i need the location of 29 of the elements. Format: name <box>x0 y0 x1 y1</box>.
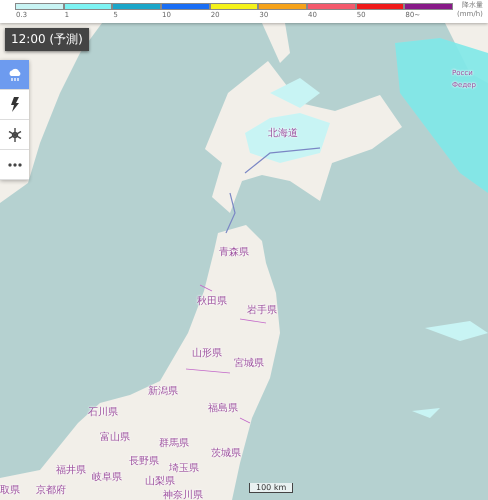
lightning-layer-button[interactable] <box>0 90 29 120</box>
more-icon <box>8 162 22 166</box>
snow-layer-button[interactable] <box>0 120 29 150</box>
scale-bar: 100 km <box>249 483 294 493</box>
map-label: 埼玉県 <box>169 462 199 475</box>
map-label: 岐阜県 <box>92 470 122 484</box>
map-label: 長野県 <box>129 455 159 468</box>
time-badge: 12:00 (予測) <box>5 28 89 51</box>
map-label: 秋田県 <box>197 294 227 308</box>
map-label: 山形県 <box>192 346 222 360</box>
map-label: 岩手県 <box>247 304 277 317</box>
map-label: 取県 <box>0 484 20 497</box>
map-label: 福井県 <box>56 464 86 477</box>
rain-cloud-icon <box>6 68 22 82</box>
snowflake-icon <box>8 128 22 142</box>
map-label: 新潟県 <box>148 384 178 398</box>
map-label: 富山県 <box>100 430 130 444</box>
map-label: 青森県 <box>219 246 249 259</box>
map-label: 京都府 <box>36 484 66 497</box>
lightning-icon <box>10 97 20 112</box>
map-label: 山梨県 <box>145 474 175 488</box>
more-layer-button[interactable] <box>0 150 29 180</box>
map-label: 福島県 <box>208 402 238 415</box>
map-label: 茨城県 <box>211 446 241 460</box>
map-label: 北海道 <box>268 126 298 140</box>
map-label: 石川県 <box>88 406 118 419</box>
map-label: 宮城県 <box>234 356 264 370</box>
map-label: 群馬県 <box>159 437 189 450</box>
map-label: 神奈川県 <box>163 488 203 500</box>
